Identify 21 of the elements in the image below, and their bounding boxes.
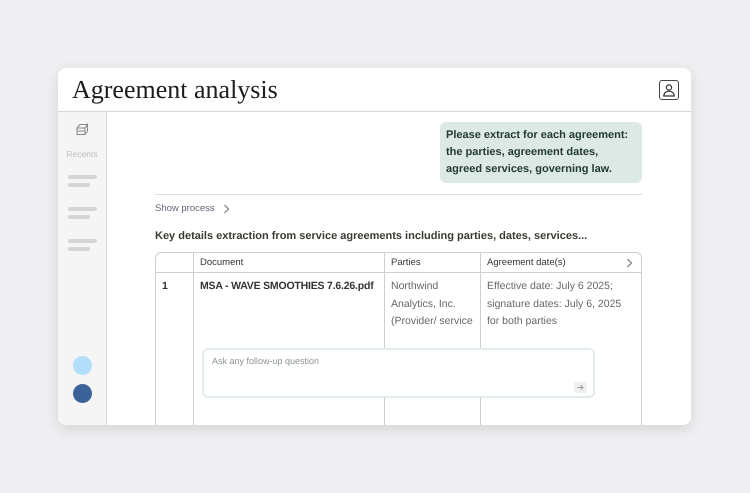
user-button[interactable] <box>659 80 679 100</box>
send-button[interactable] <box>574 382 587 393</box>
window-title: Agreement analysis <box>72 74 278 104</box>
chevron-icon[interactable] <box>626 258 633 268</box>
recent-item-placeholder[interactable] <box>68 175 96 187</box>
recents-label: Recents <box>66 149 98 159</box>
arrow-icon <box>577 384 584 391</box>
table-cell-text: 1 <box>161 279 169 294</box>
message-bubble: Please extract for each agreement: the parties, agreement dates, agreed services, governing law. <box>440 122 642 183</box>
column-header: Parties <box>384 253 480 272</box>
show-process-link[interactable]: Show process <box>155 203 230 214</box>
recent-item-placeholder[interactable] <box>68 239 96 251</box>
follow-up-field[interactable]: Ask any follow-up question <box>202 348 595 398</box>
result-title: Key details extraction from service agreements including parties, dates, services... <box>155 230 588 242</box>
column-header: Document <box>193 253 384 272</box>
stack-icon[interactable] <box>75 123 89 136</box>
user-icon <box>662 82 676 96</box>
avatar-circle[interactable] <box>72 384 92 403</box>
column-header: Agreement date(s) <box>480 253 641 272</box>
chevron-icon <box>222 204 230 214</box>
recent-item-placeholder[interactable] <box>68 207 96 219</box>
